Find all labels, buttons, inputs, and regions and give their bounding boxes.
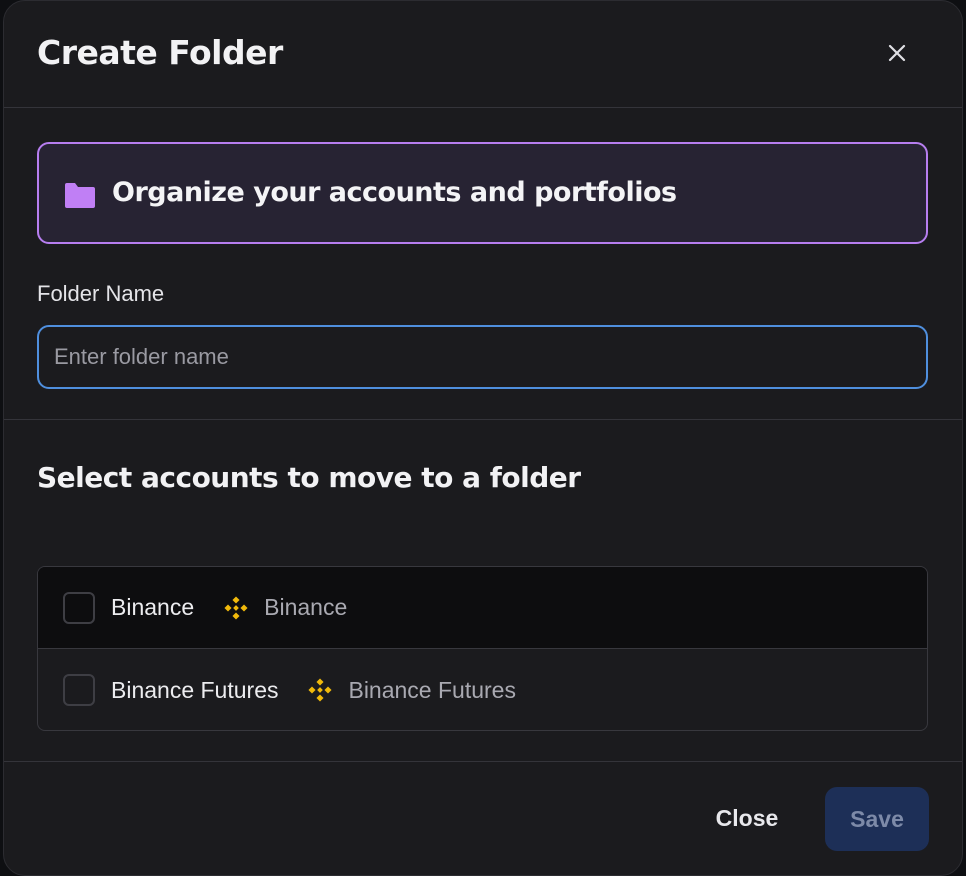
folder-icon — [65, 183, 95, 208]
create-folder-dialog: Create Folder Organize your accounts and… — [3, 0, 963, 876]
binance-icon — [224, 595, 248, 620]
accounts-section-title: Select accounts to move to a folder — [37, 461, 581, 494]
exchange-name: Binance — [264, 594, 348, 620]
dialog-title: Create Folder — [37, 33, 283, 72]
folder-name-input[interactable] — [37, 325, 928, 389]
accounts-list: Binance Binance Binance Futures Binance … — [37, 566, 928, 731]
account-name: Binance — [111, 594, 195, 620]
section-divider — [4, 419, 962, 420]
account-checkbox[interactable] — [63, 674, 95, 706]
banner-text: Organize your accounts and portfolios — [112, 177, 677, 208]
dialog-header: Create Folder — [4, 1, 962, 108]
exchange-name: Binance Futures — [348, 676, 516, 703]
close-button[interactable]: Close — [692, 787, 802, 849]
folder-name-label: Folder Name — [37, 281, 165, 306]
save-button[interactable]: Save — [825, 787, 929, 851]
account-row-binance-futures[interactable]: Binance Futures Binance Futures — [38, 649, 927, 730]
account-row-binance[interactable]: Binance Binance — [38, 567, 927, 649]
close-icon[interactable] — [884, 40, 910, 66]
binance-icon — [308, 678, 333, 702]
account-checkbox[interactable] — [63, 591, 95, 624]
footer-divider — [4, 761, 962, 762]
account-name: Binance Futures — [111, 676, 279, 703]
info-banner: Organize your accounts and portfolios — [37, 142, 928, 244]
